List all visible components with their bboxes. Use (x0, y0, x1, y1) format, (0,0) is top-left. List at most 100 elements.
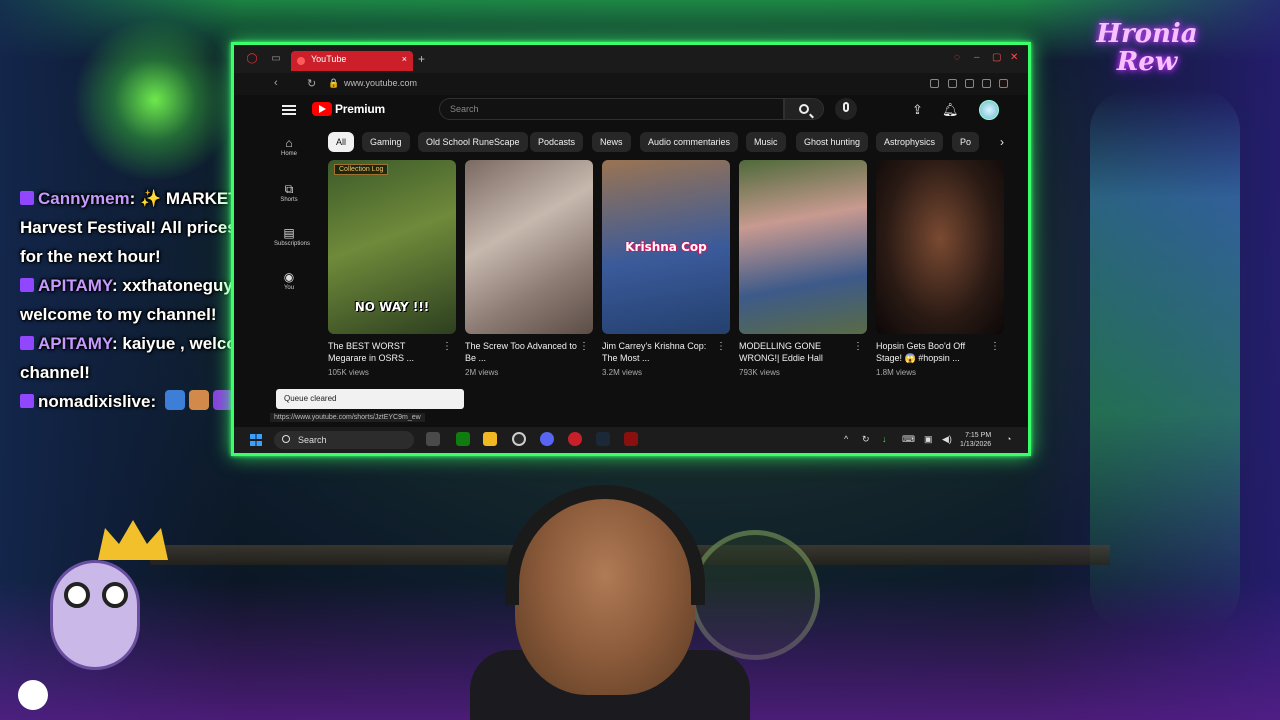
screen-capture-frame: ◯ ▭ YouTube × + ◌ – ▢ ✕ ‹ ↻ 🔒 www.youtub… (231, 42, 1031, 456)
short-thumbnail[interactable] (876, 160, 1004, 334)
taskbar-clock[interactable]: 7:15 PM 1/13/2026 (960, 431, 991, 449)
discord-icon[interactable] (540, 432, 554, 446)
firework-effect (70, 20, 240, 180)
opera-gx-icon[interactable] (568, 432, 582, 446)
upload-icon[interactable]: ⇪ (912, 102, 923, 118)
short-title[interactable]: Hopsin Gets Boo'd Off Stage! 😱 #hopsin .… (876, 340, 988, 364)
lock-icon: 🔒 (328, 78, 340, 88)
chat-bubble-icon (18, 680, 48, 710)
twitch-badge-icon (20, 394, 34, 408)
short-title[interactable]: Jim Carrey's Krishna Cop: The Most ... (602, 340, 714, 364)
camera-icon[interactable] (948, 79, 957, 88)
taskbar-search[interactable]: Search (274, 431, 414, 449)
app-icon[interactable] (624, 432, 638, 446)
more-options-icon[interactable]: ⋮ (579, 342, 589, 352)
menu-icon[interactable] (282, 105, 296, 115)
chip-gaming[interactable]: Gaming (362, 132, 410, 152)
back-icon[interactable]: ‹ (274, 77, 278, 89)
keyboard-icon[interactable]: ⌨ (902, 434, 915, 445)
sidebar-item-you[interactable]: ◉ You (274, 271, 304, 291)
extension-icon[interactable] (930, 79, 939, 88)
notifications-bell-icon[interactable]: 🔔︎ (942, 102, 959, 118)
short-thumbnail[interactable]: Krishna Cop (602, 160, 730, 334)
youtube-page: Premium Search ⇪ 🔔︎ ⌂ Home ⧉ Shorts ▤ Su… (234, 95, 1028, 427)
short-thumbnail[interactable] (465, 160, 593, 334)
heart-icon[interactable] (999, 79, 1008, 88)
emote-icon (164, 390, 185, 410)
chevron-up-icon[interactable]: ^ (844, 434, 848, 444)
reload-icon[interactable]: ↻ (307, 77, 316, 90)
new-tab-icon[interactable]: + (418, 52, 425, 66)
download-arrow-icon[interactable]: ↓ (882, 434, 887, 444)
search-tabs-icon[interactable]: ◌ (954, 52, 960, 63)
minimize-icon[interactable]: – (974, 52, 980, 63)
url-field[interactable]: www.youtube.com (344, 78, 417, 88)
network-icon[interactable]: ▣ (924, 434, 933, 445)
short-title[interactable]: MODELLING GONE WRONG!| Eddie Hall (739, 340, 851, 364)
chip-all[interactable]: All (328, 132, 355, 152)
chip-astrophysics[interactable]: Astrophysics (876, 132, 944, 152)
twitch-badge-icon (20, 278, 34, 292)
avatar[interactable] (979, 100, 999, 120)
emote-icon (188, 390, 209, 410)
chat-username: nomadixislive (38, 392, 151, 411)
more-options-icon[interactable]: ⋮ (442, 342, 452, 352)
short-thumbnail[interactable]: Collection Log NO WAY !!! (328, 160, 456, 334)
short-title[interactable]: The Screw Too Advanced to Be ... (465, 340, 577, 364)
search-button[interactable] (784, 98, 824, 120)
chat-username: APITAMY (38, 276, 112, 295)
twitch-badge-icon (20, 191, 34, 205)
shorts-shelf: Collection Log NO WAY !!! The BEST WORST… (328, 160, 1008, 380)
address-bar: ‹ ↻ 🔒 www.youtube.com (234, 73, 1028, 95)
mascot-left-eye (64, 582, 90, 608)
mascot-avatar (30, 520, 168, 690)
chip-podcasts[interactable]: Podcasts (530, 132, 584, 152)
short-views: 3.2M views (602, 368, 643, 377)
download-icon[interactable] (982, 79, 991, 88)
status-bar-url: https://www.youtube.com/shorts/JztEYC9m_… (270, 413, 425, 422)
more-options-icon[interactable]: ⋮ (716, 342, 726, 352)
obs-icon[interactable] (512, 432, 526, 446)
sidebar-item-subscriptions[interactable]: ▤ Subscriptions (274, 227, 310, 247)
tab-youtube[interactable]: YouTube × (291, 51, 413, 71)
mascot-body (50, 560, 140, 670)
notification-center-icon[interactable]: ◔ (1006, 434, 1011, 444)
shorts-icon: ⧉ (284, 182, 294, 196)
search-placeholder: Search (450, 104, 479, 114)
queue-toast: Queue cleared (276, 389, 464, 409)
search-input[interactable]: Search (439, 98, 784, 120)
youtube-logo-icon[interactable] (312, 102, 332, 116)
shield-icon[interactable] (965, 79, 974, 88)
chip-music[interactable]: Music (746, 132, 786, 152)
short-views: 105K views (328, 368, 369, 377)
chip-old-school-runescape[interactable]: Old School RuneScape (418, 132, 528, 152)
chip-news[interactable]: News (592, 132, 631, 152)
voice-search-button[interactable] (835, 98, 857, 120)
task-view-icon[interactable] (426, 432, 440, 446)
file-explorer-icon[interactable] (483, 432, 497, 446)
volume-icon[interactable]: ◀) (942, 434, 952, 445)
tab-menu-icon[interactable]: ▭ (270, 53, 282, 65)
steam-icon[interactable] (596, 432, 610, 446)
more-options-icon[interactable]: ⋮ (853, 342, 863, 352)
close-icon[interactable]: × (402, 54, 407, 64)
short-title[interactable]: The BEST WORST Megarare in OSRS ... (328, 340, 440, 364)
chevron-right-icon[interactable]: › (992, 132, 1012, 152)
windows-taskbar: Search ^ ↻ ↓ ⌨ ▣ ◀) 7:15 PM 1/13/2026 ◔ (234, 427, 1028, 453)
short-thumbnail[interactable] (739, 160, 867, 334)
chip-more[interactable]: Po (952, 132, 980, 152)
sync-icon[interactable]: ↻ (862, 434, 870, 445)
opera-icon[interactable]: ◯ (246, 53, 258, 65)
youtube-premium-label[interactable]: Premium (335, 102, 385, 116)
channel-logo: Hronia Rew (1068, 12, 1226, 102)
sidebar-item-shorts[interactable]: ⧉ Shorts (274, 183, 304, 203)
sidebar-item-home[interactable]: ⌂ Home (274, 137, 304, 157)
close-window-icon[interactable]: ✕ (1010, 52, 1018, 63)
maximize-icon[interactable]: ▢ (992, 52, 1001, 63)
xbox-icon[interactable] (456, 432, 470, 446)
sidebar-item-label: Shorts (280, 197, 298, 203)
chip-audio-commentaries[interactable]: Audio commentaries (640, 132, 739, 152)
more-options-icon[interactable]: ⋮ (990, 342, 1000, 352)
chip-ghost-hunting[interactable]: Ghost hunting (796, 132, 869, 152)
windows-start-icon[interactable] (250, 434, 262, 446)
